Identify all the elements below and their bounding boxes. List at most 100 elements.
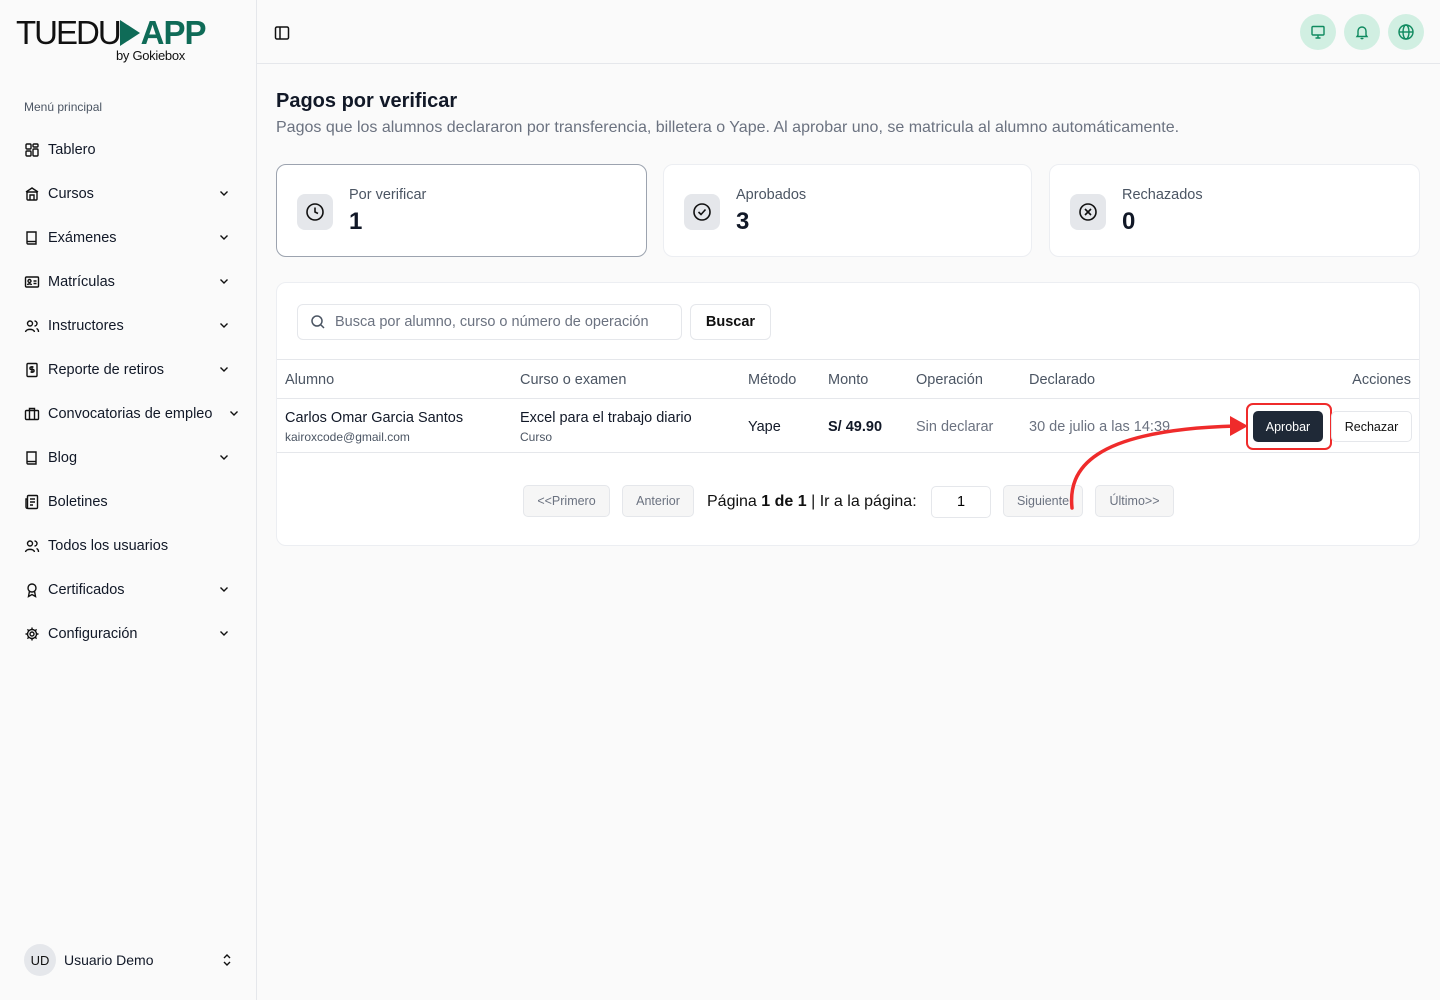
chevron-down-icon (220, 631, 228, 636)
student-email: kairoxcode@gmail.com (285, 430, 410, 444)
payment-method: Yape (748, 419, 781, 435)
main-menu: Tablero Cursos Exámenes Matrículas Instr… (16, 128, 248, 656)
user-menu[interactable]: UD Usuario Demo (24, 944, 234, 976)
search-input[interactable] (335, 314, 665, 330)
book-icon (24, 450, 40, 466)
stat-card-pending[interactable]: Por verificar 1 (276, 164, 647, 257)
course-type: Curso (520, 430, 553, 444)
monitor-icon (1311, 25, 1325, 39)
header-curso: Curso o examen (520, 372, 627, 388)
notifications-button[interactable] (1344, 14, 1380, 50)
top-actions (1300, 14, 1424, 50)
brand-logo[interactable]: TUEDU APP by Gokiebox (16, 14, 207, 64)
sidebar-item-cursos[interactable]: Cursos (16, 172, 248, 216)
reject-button[interactable]: Rechazar (1331, 411, 1412, 442)
page-title: Pagos por verificar (276, 90, 458, 112)
stat-card-rejected[interactable]: Rechazados 0 (1049, 164, 1420, 257)
sidebar-item-matriculas[interactable]: Matrículas (16, 260, 248, 304)
stat-value: 3 (736, 208, 750, 235)
award-icon (24, 582, 40, 598)
globe-icon (1398, 24, 1414, 40)
top-bar (257, 0, 1440, 64)
chevron-down-icon (220, 191, 228, 196)
monitor-button[interactable] (1300, 14, 1336, 50)
sidebar-item-examenes[interactable]: Exámenes (16, 216, 248, 260)
chevron-down-icon (220, 235, 228, 240)
sidebar-item-label: Configuración (48, 626, 138, 642)
header-operacion: Operación (916, 372, 983, 388)
header-declarado: Declarado (1029, 372, 1096, 388)
sidebar-item-instructores[interactable]: Instructores (16, 304, 248, 348)
search-button[interactable]: Buscar (690, 304, 771, 340)
chevron-down-icon (220, 455, 228, 460)
header-monto: Monto (828, 372, 869, 388)
approve-button[interactable]: Aprobar (1253, 411, 1323, 442)
sidebar-item-label: Convocatorias de empleo (48, 406, 213, 422)
last-page-button[interactable]: Último>> (1095, 485, 1174, 517)
check-circle-icon (684, 194, 720, 230)
sidebar-item-label: Boletines (48, 494, 108, 510)
search-box[interactable] (297, 304, 682, 340)
sidebar-toggle-icon[interactable] (273, 24, 291, 42)
next-page-button[interactable]: Siguiente (1003, 485, 1083, 517)
table-header: Alumno Curso o examen Método Monto Opera… (277, 359, 1419, 399)
users-icon (24, 318, 40, 334)
stat-value: 1 (349, 208, 363, 235)
prev-page-button[interactable]: Anterior (622, 485, 694, 517)
sidebar-item-convocatorias[interactable]: Convocatorias de empleo (16, 392, 248, 436)
dashboard-icon (24, 142, 40, 158)
x-circle-icon (1070, 194, 1106, 230)
sidebar-item-configuracion[interactable]: Configuración (16, 612, 248, 656)
chevron-down-icon (220, 367, 228, 372)
stat-card-approved[interactable]: Aprobados 3 (663, 164, 1032, 257)
stat-value: 0 (1122, 208, 1136, 235)
report-icon (24, 362, 40, 378)
page-indicator: Página 1 de 1 | Ir a la página: (707, 493, 917, 511)
header-metodo: Método (748, 372, 797, 388)
page-number-input[interactable] (931, 486, 991, 518)
page-subtitle: Pagos que los alumnos declararon por tra… (276, 119, 1180, 136)
chevrons-up-down-icon (223, 954, 231, 966)
sidebar-item-certificados[interactable]: Certificados (16, 568, 248, 612)
brand-name-right: APP (140, 14, 207, 51)
pagination: <<Primero Anterior Página 1 de 1 | Ir a … (277, 485, 1419, 519)
goto-label: | Ir a la página: (811, 493, 917, 510)
payments-panel: Buscar Alumno Curso o examen Método Mont… (276, 282, 1420, 546)
language-button[interactable] (1388, 14, 1424, 50)
sidebar-item-label: Todos los usuarios (48, 538, 169, 554)
search-icon (311, 315, 325, 329)
declared-date: 30 de julio a las 14:39 (1029, 419, 1171, 435)
chevron-down-icon (220, 323, 228, 328)
newsletter-icon (24, 494, 40, 510)
bell-icon (1355, 26, 1369, 40)
user-name: Usuario Demo (64, 952, 154, 968)
play-icon (119, 20, 140, 46)
page-word: Página (707, 493, 757, 510)
page-of: 1 de 1 (761, 493, 807, 510)
first-page-button[interactable]: <<Primero (523, 485, 610, 517)
avatar: UD (24, 944, 56, 976)
stat-label: Aprobados (736, 187, 807, 203)
sidebar-item-label: Instructores (48, 318, 124, 334)
gear-icon (24, 626, 40, 642)
header-acciones: Acciones (1352, 372, 1411, 388)
courses-icon (24, 186, 40, 202)
payment-amount: S/ 49.90 (828, 419, 883, 435)
chevron-down-icon (220, 279, 228, 284)
header-alumno: Alumno (285, 372, 335, 388)
sidebar-item-reporte-retiros[interactable]: Reporte de retiros (16, 348, 248, 392)
sidebar: TUEDU APP by Gokiebox Menú principal Tab… (0, 0, 257, 1000)
sidebar-item-boletines[interactable]: Boletines (16, 480, 248, 524)
sidebar-item-label: Reporte de retiros (48, 362, 165, 378)
table-row: Carlos Omar Garcia Santos kairoxcode@gma… (277, 399, 1419, 453)
clock-icon (297, 194, 333, 230)
sidebar-item-label: Exámenes (48, 230, 117, 246)
brand-byline: by Gokiebox (116, 48, 185, 63)
sidebar-item-tablero[interactable]: Tablero (16, 128, 248, 172)
course-name: Excel para el trabajo diario (520, 410, 692, 426)
users-icon (24, 538, 40, 554)
stat-label: Rechazados (1122, 187, 1203, 203)
sidebar-item-usuarios[interactable]: Todos los usuarios (16, 524, 248, 568)
sidebar-item-blog[interactable]: Blog (16, 436, 248, 480)
sidebar-item-label: Matrículas (48, 274, 115, 290)
